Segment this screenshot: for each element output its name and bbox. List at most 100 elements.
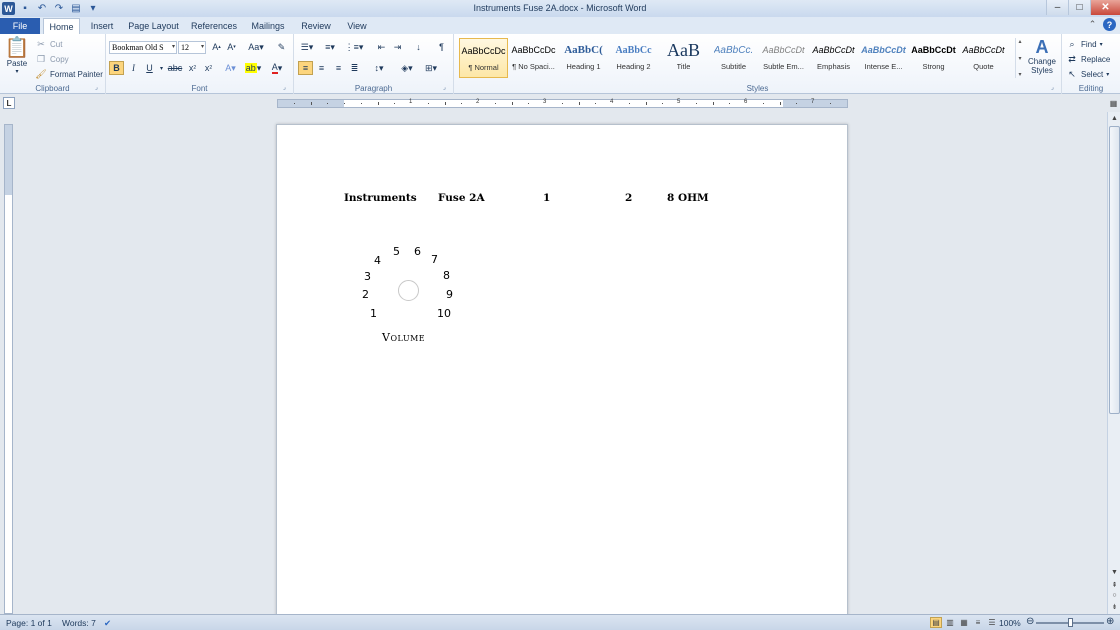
minimize-button[interactable]: –: [1046, 0, 1068, 15]
tab-insert[interactable]: Insert: [86, 18, 118, 34]
numbering-icon[interactable]: ≡▾: [321, 40, 339, 54]
style-name: Strong: [922, 62, 945, 71]
show-formatting-icon[interactable]: ¶: [434, 40, 449, 54]
paragraph-launcher-icon[interactable]: ⌟: [443, 85, 450, 92]
copy-button[interactable]: ❐ Copy: [35, 53, 69, 65]
style-subtle-emphasis[interactable]: AaBbCcDt Subtle Em...: [759, 38, 808, 78]
font-size-combo[interactable]: 12 ▾: [178, 41, 206, 54]
clear-formatting-icon[interactable]: ✎: [274, 40, 289, 54]
increase-indent-icon[interactable]: ⇥: [390, 40, 405, 54]
tab-mailings[interactable]: Mailings: [247, 18, 289, 34]
horizontal-ruler[interactable]: 1 2 3 4 5 6 7: [277, 99, 848, 108]
view-ruler-icon[interactable]: ▦: [1107, 97, 1120, 110]
ruler-number: 1: [409, 99, 413, 105]
grow-font-button[interactable]: A ▴: [209, 40, 224, 54]
style-intense-emphasis[interactable]: AaBbCcDt Intense E...: [859, 38, 908, 78]
font-color-icon[interactable]: A ▾: [268, 61, 286, 75]
page-count[interactable]: Page: 1 of 1: [6, 618, 52, 628]
browse-object-icon[interactable]: ○: [1109, 590, 1120, 601]
style-strong[interactable]: AaBbCcDt Strong: [909, 38, 958, 78]
tab-home[interactable]: Home: [43, 18, 80, 34]
style-name: ¶ No Spaci...: [512, 62, 555, 71]
chevron-down-icon[interactable]: ▾: [1018, 55, 1021, 62]
scrollbar-thumb[interactable]: [1109, 126, 1120, 414]
maximize-button[interactable]: □: [1068, 0, 1090, 15]
vertical-scrollbar[interactable]: ▲ ▼ ⇞ ○ ⇟: [1107, 112, 1120, 614]
word-count[interactable]: Words: 7: [62, 618, 96, 628]
more-styles-icon[interactable]: ▾: [1018, 71, 1021, 78]
styles-launcher-icon[interactable]: ⌟: [1051, 85, 1058, 92]
underline-button[interactable]: U: [142, 61, 157, 75]
draft-view-icon[interactable]: ☰: [986, 617, 998, 628]
justify-icon[interactable]: ≣: [347, 61, 362, 75]
subscript-button[interactable]: x2: [185, 61, 200, 75]
borders-icon[interactable]: ⊞▾: [422, 61, 440, 75]
chevron-up-icon[interactable]: ▴: [1018, 38, 1021, 45]
next-page-icon[interactable]: ⇟: [1109, 601, 1120, 612]
previous-page-icon[interactable]: ⇞: [1109, 579, 1120, 590]
font-launcher-icon[interactable]: ⌟: [283, 85, 290, 92]
scroll-up-icon[interactable]: ▲: [1109, 113, 1120, 124]
style-no-spacing[interactable]: AaBbCcDc ¶ No Spaci...: [509, 38, 558, 78]
print-layout-view-icon[interactable]: ▤: [930, 617, 942, 628]
style-emphasis[interactable]: AaBbCcDt Emphasis: [809, 38, 858, 78]
zoom-level[interactable]: 100%: [999, 618, 1021, 628]
tab-selector-button[interactable]: L: [3, 97, 15, 109]
tab-file[interactable]: File: [0, 18, 40, 34]
decrease-indent-icon[interactable]: ⇤: [374, 40, 389, 54]
full-screen-reading-icon[interactable]: ▥: [944, 617, 956, 628]
strikethrough-button[interactable]: abc: [167, 61, 183, 75]
zoom-slider-thumb[interactable]: [1068, 618, 1073, 627]
shading-icon[interactable]: ◈▾: [398, 61, 416, 75]
change-styles-label: Change Styles: [1027, 57, 1057, 75]
line-spacing-icon[interactable]: ↕▾: [370, 61, 388, 75]
status-bar: Page: 1 of 1 Words: 7 ✔ ▤ ▥ ▦ ≡ ☰ 100% ⊖…: [0, 614, 1120, 630]
style-normal[interactable]: AaBbCcDc ¶ Normal: [459, 38, 508, 78]
change-styles-button[interactable]: A Change Styles: [1026, 37, 1058, 75]
zoom-out-icon[interactable]: ⊖: [1026, 616, 1034, 627]
cut-button[interactable]: ✂ Cut: [35, 38, 62, 50]
align-left-icon[interactable]: ≡: [298, 61, 313, 75]
multilevel-list-icon[interactable]: ⋮≡▾: [344, 40, 364, 54]
chevron-down-icon[interactable]: ▾: [158, 61, 165, 75]
clipboard-launcher-icon[interactable]: ⌟: [95, 85, 102, 92]
highlight-icon[interactable]: ab ▾: [244, 61, 262, 75]
zoom-in-icon[interactable]: ⊕: [1106, 616, 1114, 627]
paste-button[interactable]: 📋 Paste ▾: [4, 37, 30, 75]
scroll-down-icon[interactable]: ▼: [1109, 567, 1120, 578]
tab-references[interactable]: References: [189, 18, 239, 34]
tab-view[interactable]: View: [341, 18, 373, 34]
align-center-icon[interactable]: ≡: [314, 61, 329, 75]
proofing-icon[interactable]: ✔: [104, 618, 111, 629]
styles-gallery-scroll[interactable]: ▴ ▾ ▾: [1015, 38, 1024, 78]
style-title[interactable]: AaB Title: [659, 38, 708, 78]
text-effects-icon[interactable]: A▾: [223, 61, 238, 75]
find-button[interactable]: ⌕ Find ▾: [1066, 38, 1102, 50]
style-subtitle[interactable]: AaBbCc. Subtitle: [709, 38, 758, 78]
web-layout-icon[interactable]: ▦: [958, 617, 970, 628]
close-button[interactable]: ✕: [1090, 0, 1120, 15]
superscript-button[interactable]: x2: [201, 61, 216, 75]
bold-button[interactable]: B: [109, 61, 124, 75]
font-name-combo[interactable]: Bookman Old S ▾: [109, 41, 177, 54]
tab-review[interactable]: Review: [297, 18, 335, 34]
format-painter-button[interactable]: 🖌 Format Painter: [35, 68, 103, 80]
minimize-ribbon-icon[interactable]: ⌃: [1086, 18, 1099, 31]
style-quote[interactable]: AaBbCcDt Quote: [959, 38, 1008, 78]
align-right-icon[interactable]: ≡: [331, 61, 346, 75]
replace-button[interactable]: ⇄ Replace: [1066, 53, 1110, 65]
text-ohm: 8 OHM: [667, 192, 709, 204]
sort-icon[interactable]: ↓: [411, 40, 426, 54]
outline-view-icon[interactable]: ≡: [972, 617, 984, 628]
change-case-button[interactable]: Aa▾: [246, 40, 266, 54]
vertical-ruler[interactable]: [4, 124, 13, 614]
document-page[interactable]: Instruments Fuse 2A 1 2 8 OHM 1 2 3 4 5 …: [276, 124, 848, 614]
style-heading-1[interactable]: AaBbC( Heading 1: [559, 38, 608, 78]
style-heading-2[interactable]: AaBbCc Heading 2: [609, 38, 658, 78]
tab-page-layout[interactable]: Page Layout: [126, 18, 181, 34]
select-button[interactable]: ↖ Select ▾: [1066, 68, 1109, 80]
italic-button[interactable]: I: [126, 61, 141, 75]
bullets-icon[interactable]: ☰▾: [298, 40, 316, 54]
shrink-font-button[interactable]: A ▾: [224, 40, 239, 54]
help-icon[interactable]: ?: [1103, 18, 1116, 31]
